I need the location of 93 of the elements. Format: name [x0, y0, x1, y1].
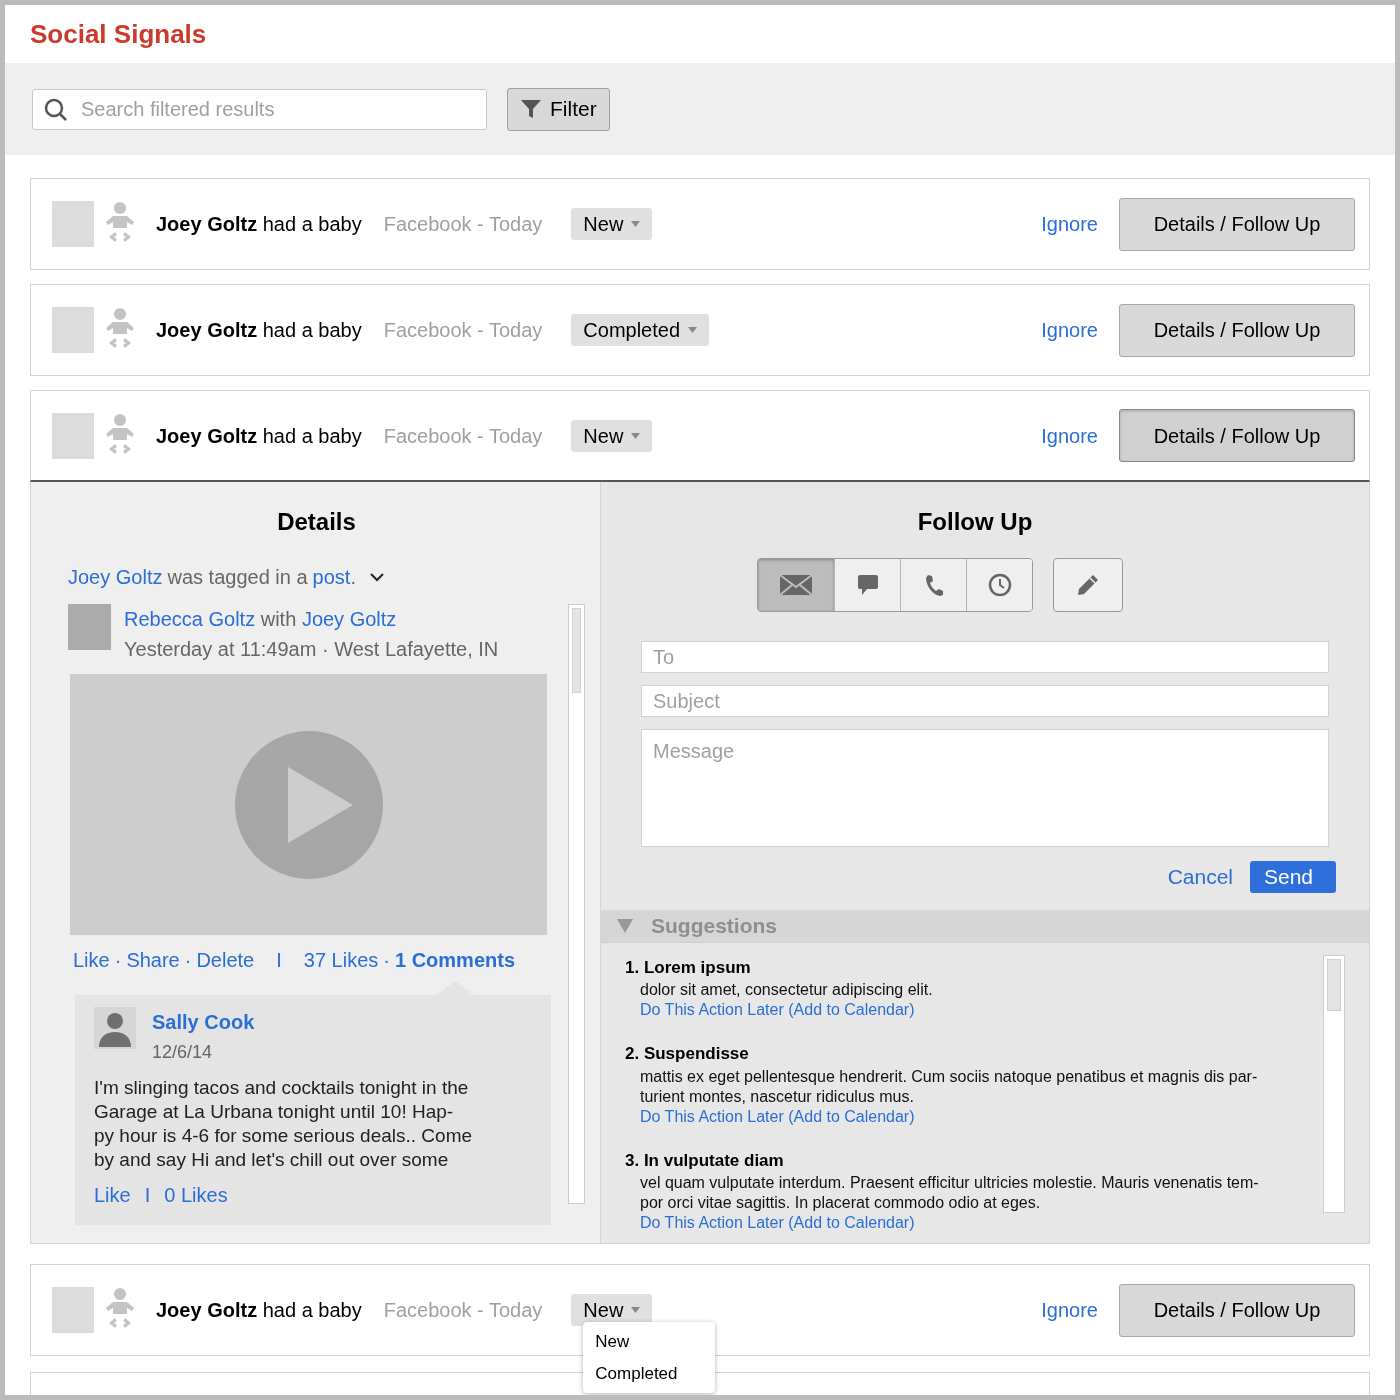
chevron-down-icon: [369, 572, 384, 582]
avatar-placeholder: [68, 604, 111, 650]
status-dropdown[interactable]: New: [571, 208, 653, 240]
divider-mark: I: [144, 1183, 151, 1208]
ignore-link[interactable]: Ignore: [1041, 209, 1098, 239]
phone-icon: [923, 574, 944, 596]
scrollbar[interactable]: [1323, 954, 1345, 1213]
comment-author[interactable]: Sally Cook: [152, 1007, 255, 1037]
tag-link[interactable]: Joey Goltz: [68, 562, 163, 592]
signal-source: Facebook - Today: [383, 423, 543, 449]
signal-title: Joey Goltz had a baby: [156, 423, 362, 449]
signal-title: Joey Goltz had a baby: [156, 318, 362, 343]
suggestion-text: dolor sit amet, consectetur adipiscing elit.: [640, 980, 934, 1000]
mode-button[interactable]: [900, 559, 966, 611]
filter-button[interactable]: Filter: [507, 87, 610, 131]
tag-text: .: [350, 565, 356, 590]
post-action-link[interactable]: Share: [126, 945, 180, 975]
signal-source: Facebook - Today: [383, 318, 543, 343]
status-dropdown[interactable]: New: [571, 419, 653, 452]
details-follow-up-button[interactable]: Details / Follow Up: [1119, 409, 1355, 462]
dot-separator: ·: [114, 948, 122, 973]
divider-mark: I: [276, 948, 282, 973]
play-icon[interactable]: [234, 730, 383, 879]
funnel-icon: [520, 98, 542, 120]
pencil-icon: [1076, 573, 1100, 597]
menu-item[interactable]: Completed: [583, 1357, 716, 1389]
details-title: Details: [276, 507, 357, 537]
scrollbar-thumb[interactable]: [572, 608, 581, 693]
person-icon: [94, 1007, 136, 1049]
suggestion-title: 1. Lorem ipsum: [625, 956, 752, 979]
search-icon: [44, 97, 68, 122]
triangle-down-icon: [617, 918, 633, 933]
suggestion-title: 2. Suspendisse: [625, 1043, 750, 1065]
to-field[interactable]: To: [641, 641, 1329, 673]
comment-like-link[interactable]: Like: [94, 1180, 131, 1210]
envelope-icon: [779, 574, 813, 596]
suggestion-text: vel quam vulputate interdum. Praesent efficitur ultricies molestie. Mauris venenatis tem- por orci vitae sagittis. In placerat commodo odio at eges.: [640, 1173, 1260, 1213]
scrollbar[interactable]: [568, 604, 585, 1204]
mode-button[interactable]: [758, 559, 834, 611]
dot-separator: ·: [383, 948, 390, 973]
ignore-link[interactable]: Ignore: [1041, 315, 1098, 345]
details-follow-up-button[interactable]: Details / Follow Up: [1119, 1283, 1355, 1337]
likes-link[interactable]: 37 Likes: [303, 945, 379, 975]
search-field[interactable]: Search filtered results: [32, 88, 487, 130]
caret-icon: [631, 221, 641, 227]
status-dropdown[interactable]: Completed: [571, 314, 710, 346]
send-button[interactable]: Send: [1250, 861, 1336, 893]
mode-button[interactable]: [834, 559, 900, 611]
caret-icon: [631, 1307, 641, 1313]
mode-button[interactable]: [966, 559, 1032, 611]
status-dropdown[interactable]: New: [571, 1294, 653, 1326]
post-meta: Yesterday at 11:49am · West Lafayette, IN: [124, 637, 499, 662]
ignore-link[interactable]: Ignore: [1041, 420, 1098, 451]
caret-icon: [688, 327, 698, 333]
edit-button[interactable]: [1053, 558, 1123, 612]
video-player[interactable]: [70, 674, 547, 935]
add-to-calendar-link[interactable]: Do This Action Later (Add to Calendar): [640, 1000, 915, 1020]
avatar-placeholder: [52, 412, 94, 459]
message-field[interactable]: Message: [641, 729, 1329, 847]
comment-likes-link[interactable]: 0 Likes: [164, 1180, 228, 1210]
cancel-link[interactable]: Cancel: [1167, 861, 1233, 893]
avatar-placeholder: [52, 1287, 94, 1333]
post-action-link[interactable]: Delete: [196, 945, 255, 975]
subject-field[interactable]: Subject: [641, 685, 1329, 717]
app-title: Social Signals: [30, 17, 207, 51]
avatar-placeholder: [52, 307, 94, 353]
post-author-line: Rebecca Goltz with Joey Goltz: [124, 607, 398, 632]
menu-item[interactable]: New: [583, 1326, 716, 1358]
suggestion-text: mattis ex eget pellentesque hendrerit. Cum sociis natoque penatibus et magnis dis par- turient montes, nascetur ridiculus mus.: [640, 1066, 1259, 1107]
details-follow-up-button[interactable]: Details / Follow Up: [1119, 197, 1355, 251]
signal-source: Facebook - Today: [383, 212, 543, 237]
tag-link[interactable]: post: [312, 562, 351, 592]
suggestion-title: 3. In vulputate diam: [625, 1149, 785, 1172]
signal-title: Joey Goltz had a baby: [156, 1298, 362, 1323]
suggestions-title: Suggestions: [651, 913, 777, 939]
ignore-link[interactable]: Ignore: [1041, 1295, 1098, 1325]
comments-link[interactable]: 1 Comments: [394, 945, 515, 975]
signal-title: Joey Goltz had a baby: [156, 212, 362, 237]
comment-text: I'm slinging tacos and cocktails tonight in the Garage at La Urbana tonight until 10! Hap- py hour is 4-6 for some serious deals.. Come by and say Hi and let's chill out over some: [94, 1076, 474, 1172]
add-to-calendar-link[interactable]: Do This Action Later (Add to Calendar): [640, 1106, 915, 1127]
add-to-calendar-link[interactable]: Do This Action Later (Add to Calendar): [640, 1213, 915, 1233]
signal-source: Facebook - Today: [383, 1298, 543, 1323]
clock-icon: [987, 573, 1012, 597]
scrollbar-thumb[interactable]: [1327, 958, 1341, 1011]
caret-icon: [631, 432, 641, 439]
avatar-placeholder: [52, 201, 94, 247]
speech-bubble-icon: [856, 574, 879, 596]
dot-separator: ·: [184, 948, 192, 973]
tag-text: was tagged in a: [167, 565, 308, 590]
details-follow-up-button[interactable]: Details / Follow Up: [1119, 303, 1355, 357]
post-action-link[interactable]: Like: [73, 945, 110, 975]
comment-date: 12/6/14: [152, 1041, 214, 1064]
follow-up-title: Follow Up: [916, 507, 1034, 537]
